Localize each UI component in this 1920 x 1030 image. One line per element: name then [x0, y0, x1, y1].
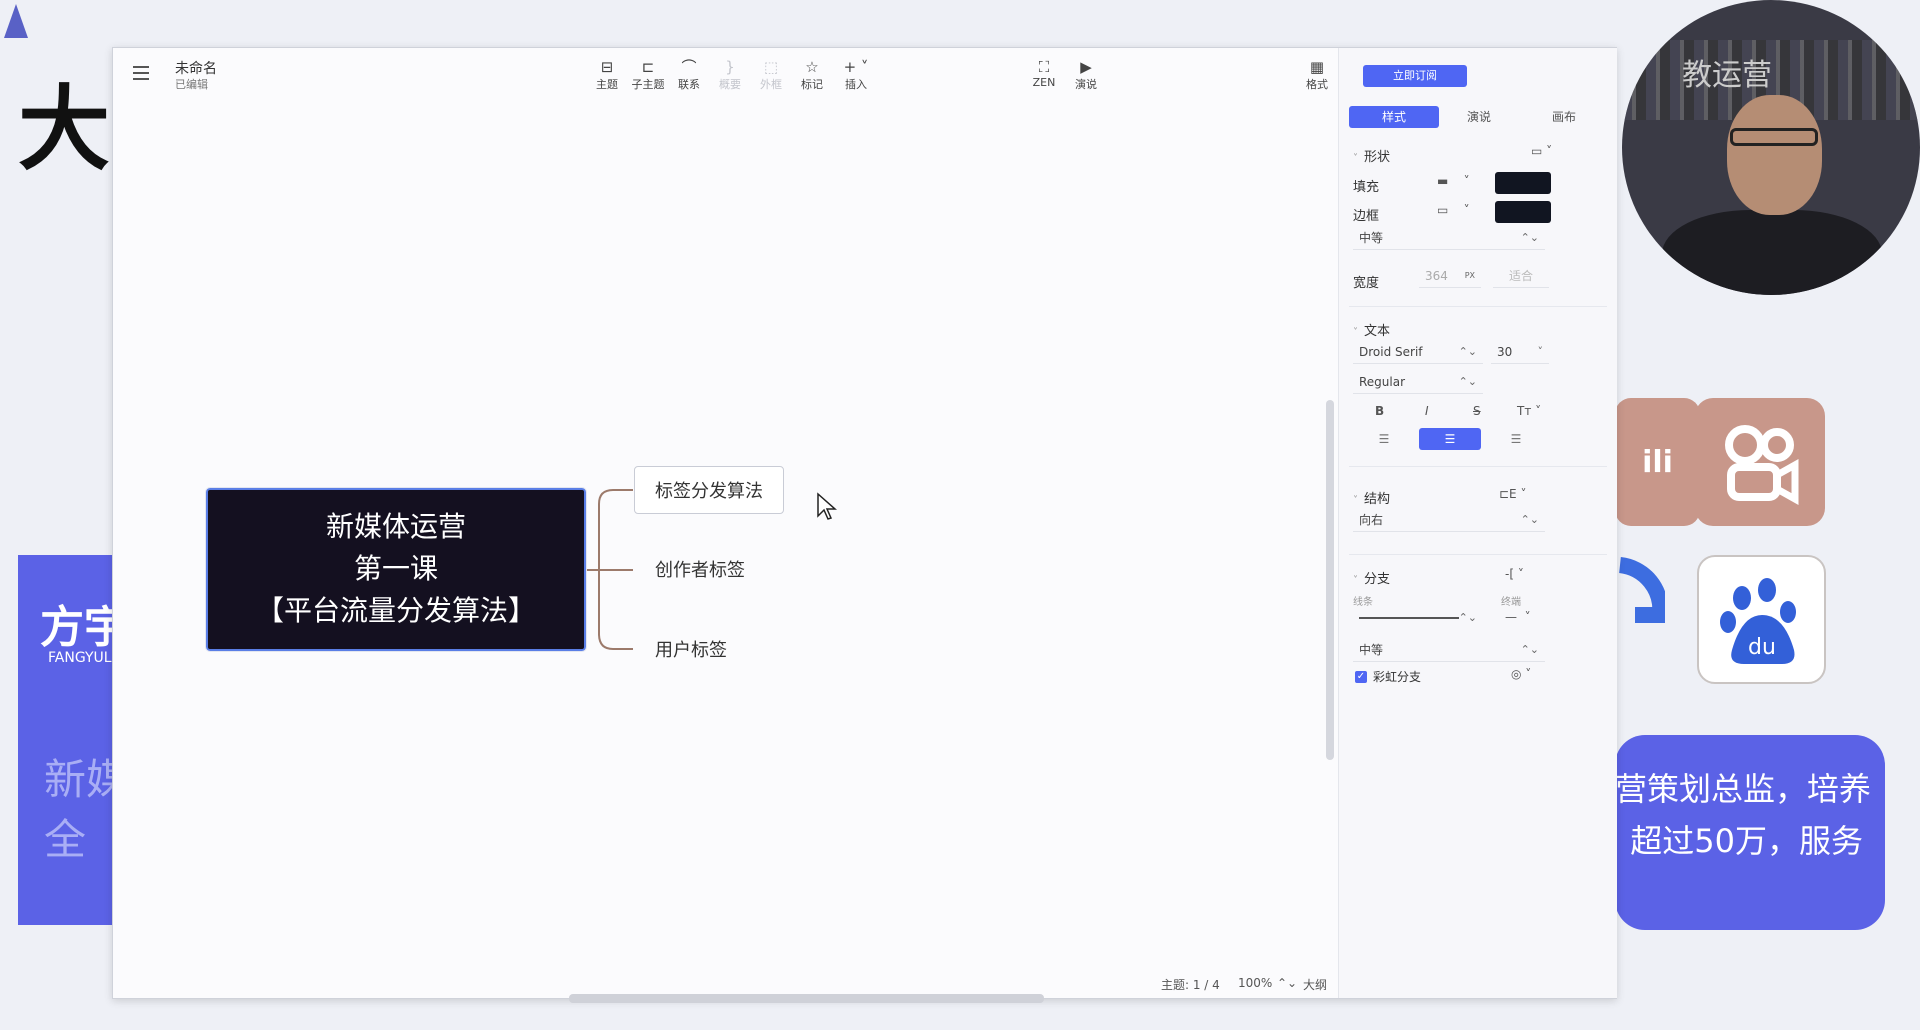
shape-section-header[interactable]: ˅ 形状: [1353, 146, 1390, 165]
topic-icon: ⊟: [600, 58, 614, 76]
italic-button[interactable]: I: [1425, 404, 1429, 418]
border-weight-select[interactable]: 中等 ⌃⌄: [1353, 226, 1545, 250]
format-panel: 立即订阅 样式 演说 画布 ˅ 形状 ▭ ˅ 填充 ▬ ˅ 边框 ▭ ˅ 中等 ⌃⌄…: [1338, 48, 1617, 998]
tab-canvas[interactable]: 画布: [1519, 106, 1609, 128]
webcam-avatar: 教运营: [1622, 0, 1920, 295]
fill-label: 填充: [1353, 180, 1380, 195]
svg-text:du: du: [1748, 635, 1776, 660]
width-label: 宽度: [1353, 276, 1380, 291]
branch-style-icon[interactable]: -[ ˅: [1505, 567, 1524, 581]
font-family-select[interactable]: Droid Serif ⌃⌄: [1353, 340, 1483, 364]
mouse-cursor-icon: [817, 492, 837, 520]
align-center-icon[interactable]: ☰: [1419, 428, 1481, 450]
toolbar-summary-button[interactable]: } 概要: [707, 58, 753, 92]
structure-picker-icon[interactable]: ⊏E ˅: [1499, 487, 1526, 501]
rainbow-branch-checkbox[interactable]: ✓: [1355, 671, 1367, 683]
relation-icon: ⌒: [681, 58, 697, 76]
text-align-group: ☰ ☰ ☰: [1353, 428, 1553, 450]
rainbow-branch-label: 彩虹分支: [1373, 670, 1422, 684]
slide-left-faded: 新媒 全: [44, 755, 118, 864]
plus-icon: + ˅: [843, 58, 869, 76]
tab-present[interactable]: 演说: [1434, 106, 1524, 128]
summary-icon: }: [725, 58, 735, 76]
panel-tabs: 样式 演说 画布: [1349, 106, 1607, 128]
outline-toggle[interactable]: 大纲: [1303, 976, 1327, 993]
hamburger-menu-icon[interactable]: [133, 66, 149, 80]
slide-right-card: 营策划总监，培养 超过50万，服务: [1615, 735, 1885, 930]
end-label: 终端: [1501, 597, 1521, 608]
toolbar-boundary-button[interactable]: ⬚ 外框: [748, 58, 794, 92]
toolbar-marker-button[interactable]: ☆ 标记: [789, 58, 835, 92]
toolbar-present-button[interactable]: ▶ 演说: [1063, 58, 1109, 92]
slide-left-title: 方宇: [40, 602, 118, 653]
branch-weight-select[interactable]: 中等 ⌃⌄: [1353, 638, 1545, 662]
line-end-select[interactable]: — ˅: [1505, 610, 1531, 624]
root-topic-node[interactable]: 新媒体运营 第一课 【平台流量分发算法】: [205, 487, 587, 652]
format-panel-icon: ▦: [1309, 58, 1325, 76]
document-title[interactable]: 未命名: [175, 58, 217, 78]
zen-icon: ⛶: [1038, 58, 1050, 76]
vertical-scrollbar[interactable]: [1326, 400, 1334, 760]
mindmap-window: 未命名 已编辑 ⊟ 主题 ⊏ 子主题 ⌒ 联系 } 概要 ⬚ 外框 ☆ 标记 + ˅ 插入 ⛶…: [112, 47, 1617, 1003]
toolbar-topic-button[interactable]: ⊟ 主题: [584, 58, 630, 92]
toolbar-zen-button[interactable]: ⛶ ZEN: [1021, 58, 1067, 89]
toolbar-insert-button[interactable]: + ˅ 插入: [833, 58, 879, 92]
shape-picker-icon[interactable]: ▭ ˅: [1531, 144, 1552, 158]
fit-width-button[interactable]: 适合: [1493, 264, 1549, 288]
subtopic-icon: ⊏: [641, 58, 655, 76]
font-size-select[interactable]: 30 ˅: [1491, 340, 1549, 364]
zoom-stepper-icon[interactable]: ⌃⌄: [1277, 976, 1297, 990]
avatar-overlay-text: 教运营: [1682, 58, 1772, 93]
width-input[interactable]: 364 PX: [1419, 264, 1481, 288]
boundary-icon: ⬚: [763, 58, 779, 76]
bold-button[interactable]: B: [1375, 404, 1384, 418]
border-label: 边框: [1353, 209, 1380, 224]
mindmap-canvas[interactable]: 新媒体运营 第一课 【平台流量分发算法】 标签分发算法 创作者标签 用户标签: [113, 104, 1334, 1003]
align-right-icon[interactable]: ☰: [1485, 428, 1547, 450]
kuaishou-app-icon: [1695, 398, 1825, 526]
slide-left-card: 方宇 FANGYUL 新媒 全: [18, 555, 118, 925]
subscribe-button[interactable]: 立即订阅: [1363, 65, 1467, 87]
line-style-select[interactable]: ⌃⌄: [1353, 606, 1483, 630]
google-app-icon: [1615, 555, 1665, 665]
rainbow-color-picker-icon[interactable]: ◎ ˅: [1511, 667, 1531, 681]
tab-style[interactable]: 样式: [1349, 106, 1439, 128]
slide-left-sub: FANGYUL: [48, 650, 112, 666]
border-style-picker[interactable]: ▭ ˅: [1437, 203, 1470, 217]
topic-count: 主题: 1 / 4: [1161, 978, 1220, 992]
subtopic-node[interactable]: 用户标签: [655, 636, 727, 662]
zoom-level[interactable]: 100%: [1238, 976, 1272, 990]
slide-big-char: 大: [18, 76, 111, 183]
baidu-app-icon: du: [1697, 555, 1826, 684]
text-section-header[interactable]: ˅ 文本: [1353, 320, 1390, 339]
bilibili-app-icon: ili: [1615, 398, 1700, 526]
branch-section-header[interactable]: ˅ 分支: [1353, 568, 1390, 587]
subtopic-node[interactable]: 创作者标签: [655, 556, 745, 582]
structure-direction-select[interactable]: 向右 ⌃⌄: [1353, 508, 1545, 532]
text-case-button[interactable]: Tт ˅: [1517, 404, 1541, 418]
font-weight-select[interactable]: Regular ⌃⌄: [1353, 370, 1483, 394]
present-icon: ▶: [1080, 58, 1092, 76]
star-icon: ☆: [805, 58, 819, 76]
document-status: 已编辑: [175, 78, 208, 91]
fill-style-picker[interactable]: ▬ ˅: [1437, 174, 1470, 188]
slide-top-left: 大: [0, 0, 115, 183]
toolbar-format-button[interactable]: ▦ 格式: [1294, 58, 1340, 92]
structure-section-header[interactable]: ˅ 结构: [1353, 488, 1390, 507]
status-bar: 主题: 1 / 4 100% ⌃⌄ 大纲: [113, 970, 1327, 998]
fill-color-swatch[interactable]: [1495, 172, 1551, 194]
toolbar-relation-button[interactable]: ⌒ 联系: [666, 58, 712, 92]
subtopic-node-selected[interactable]: 标签分发算法: [634, 466, 784, 514]
align-left-icon[interactable]: ☰: [1353, 428, 1415, 450]
strikethrough-button[interactable]: S: [1473, 404, 1481, 418]
toolbar-subtopic-button[interactable]: ⊏ 子主题: [625, 58, 671, 92]
border-color-swatch[interactable]: [1495, 201, 1551, 223]
